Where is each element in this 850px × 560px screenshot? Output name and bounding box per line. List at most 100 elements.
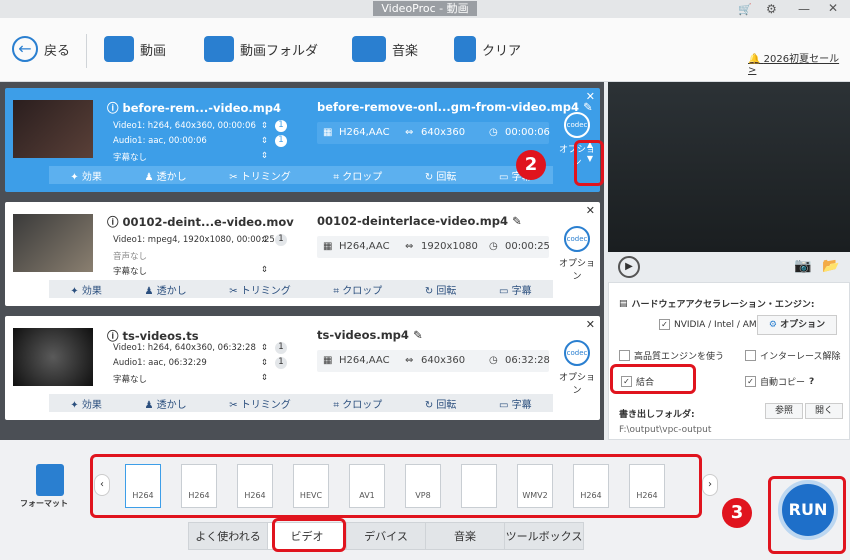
edit-icon[interactable]: ✎ [512, 214, 522, 228]
subtitle-stepper[interactable]: ⇕ [261, 151, 268, 161]
add-music-button[interactable]: 音楽 [352, 36, 418, 62]
resolution-icon: ⇔ [405, 241, 414, 252]
effect-button[interactable]: ✦ 効果 [70, 396, 102, 411]
video-thumbnail [13, 214, 93, 272]
file-name-text: before-rem...-video.mp4 [122, 101, 281, 115]
folder-icon[interactable]: 📂 [822, 258, 839, 274]
divider [86, 34, 87, 68]
tab-music[interactable]: 音楽 [425, 522, 505, 550]
trim-button[interactable]: ✂ トリミング [229, 396, 291, 411]
output-duration: 00:00:25 [505, 241, 550, 252]
autocopy-checkbox[interactable]: ✓ 自動コピー? [745, 375, 814, 388]
watermark-button[interactable]: ♟ 透かし [144, 396, 186, 411]
deinterlace-check[interactable] [745, 350, 756, 361]
list-item[interactable]: ⓘ before-rem...-video.mp4 Video1: h264, … [5, 88, 600, 192]
list-item[interactable]: ⓘ ts-videos.ts Video1: h264, 640x360, 06… [5, 316, 600, 420]
file-name: ⓘ ts-videos.ts [107, 328, 199, 344]
hq-engine-checkbox[interactable]: 高品質エンジンを使う [619, 349, 724, 362]
remove-item-icon[interactable]: ✕ [586, 90, 595, 103]
codec-option-button[interactable]: codec オプション [555, 340, 599, 396]
gpu-check[interactable]: ✓ [659, 319, 670, 330]
file-name: ⓘ 00102-deint...e-video.mov [107, 214, 294, 230]
gear-icon[interactable]: ⚙ [766, 2, 777, 16]
effect-label: 効果 [81, 171, 102, 183]
effect-label: 効果 [81, 399, 102, 411]
watermark-button[interactable]: ♟ 透かし [144, 282, 186, 297]
autocopy-check[interactable]: ✓ [745, 376, 756, 387]
remove-item-icon[interactable]: ✕ [586, 318, 595, 331]
crop-button[interactable]: ⌗ クロップ [333, 396, 382, 411]
cart-icon[interactable]: 🛒 [738, 3, 752, 16]
output-info: ▦ H264,AAC ⇔ 1920x1080 ◷ 00:00:25 [317, 236, 550, 258]
watermark-label: 透かし [156, 399, 187, 411]
trim-label: トリミング [240, 171, 291, 183]
trim-button[interactable]: ✂ トリミング [229, 168, 291, 183]
audio-track-info: 音声なし [113, 252, 148, 262]
info-icon[interactable]: ⓘ [107, 329, 119, 343]
info-icon[interactable]: ⓘ [107, 215, 119, 229]
format-next-icon[interactable]: › [702, 474, 718, 496]
hw-option-label: オプション [780, 320, 826, 330]
highlight-video-tab [272, 518, 346, 552]
rotate-button[interactable]: ↻ 回転 [425, 168, 457, 183]
video-count-badge: 1 [275, 234, 287, 246]
output-file-name: ts-videos.mp4 ✎ [317, 328, 423, 342]
subtitle-stepper[interactable]: ⇕ [261, 373, 268, 383]
rotate-button[interactable]: ↻ 回転 [425, 396, 457, 411]
codec-gear-icon: codec [564, 226, 590, 252]
subtitle-button[interactable]: ▭ 字幕 [499, 282, 532, 297]
open-folder-button[interactable]: 開く [805, 403, 843, 419]
deinterlace-label: インターレース解除 [760, 352, 841, 362]
audio-count-badge: 1 [275, 357, 287, 369]
subtitle-label: 字幕 [511, 285, 532, 297]
crop-button[interactable]: ⌗ クロップ [333, 168, 382, 183]
minimize-icon[interactable]: — [798, 2, 810, 16]
promo-link[interactable]: 🔔 2026初夏セール > [748, 50, 850, 76]
back-button[interactable]: ← 戻る [12, 36, 70, 62]
video-add-icon [104, 36, 134, 62]
trim-label: トリミング [240, 285, 291, 297]
deinterlace-checkbox[interactable]: インターレース解除 [745, 349, 841, 362]
music-add-icon [352, 36, 386, 62]
watermark-button[interactable]: ♟ 透かし [144, 168, 186, 183]
video-track-stepper[interactable]: ⇕ [261, 121, 268, 131]
list-item[interactable]: ⓘ 00102-deint...e-video.mov Video1: mpeg… [5, 202, 600, 306]
trim-button[interactable]: ✂ トリミング [229, 282, 291, 297]
gpu-checkbox[interactable]: ✓ NVIDIA / Intel / AMD [659, 319, 764, 330]
rotate-button[interactable]: ↻ 回転 [425, 282, 457, 297]
effect-button[interactable]: ✦ 効果 [70, 282, 102, 297]
output-codec: H264,AAC [339, 241, 390, 252]
tab-popular[interactable]: よく使われる [188, 522, 268, 550]
crop-button[interactable]: ⌗ クロップ [333, 282, 382, 297]
edit-icon[interactable]: ✎ [413, 328, 423, 342]
hq-check[interactable] [619, 350, 630, 361]
hw-option-button[interactable]: ⚙ オプション [757, 315, 837, 335]
output-name-text: 00102-deinterlace-video.mp4 [317, 214, 508, 228]
output-file-name: 00102-deinterlace-video.mp4 ✎ [317, 214, 522, 228]
tab-toolbox[interactable]: ツールボックス [504, 522, 584, 550]
browse-button[interactable]: 参照 [765, 403, 803, 419]
close-icon[interactable]: ✕ [828, 1, 838, 15]
info-icon[interactable]: ⓘ [107, 101, 119, 115]
audio-track-stepper[interactable]: ⇕ [261, 136, 268, 146]
tab-device[interactable]: デバイス [346, 522, 426, 550]
subtitle-button[interactable]: ▭ 字幕 [499, 396, 532, 411]
remove-item-icon[interactable]: ✕ [586, 204, 595, 217]
output-resolution: 640x360 [421, 127, 466, 138]
video-track-stepper[interactable]: ⇕ [261, 343, 268, 353]
video-track-stepper[interactable]: ⇕ [261, 235, 268, 245]
play-icon[interactable]: ▶ [618, 256, 640, 278]
clear-button[interactable]: クリア [454, 36, 521, 62]
subtitle-stepper[interactable]: ⇕ [261, 265, 268, 275]
format-icon[interactable] [36, 464, 64, 496]
audio-count-badge: 1 [275, 135, 287, 147]
help-icon[interactable]: ? [809, 377, 814, 387]
option-label: オプション [558, 373, 595, 396]
hq-label: 高品質エンジンを使う [634, 352, 725, 362]
effect-button[interactable]: ✦ 効果 [70, 168, 102, 183]
add-video-button[interactable]: 動画 [104, 36, 166, 62]
add-folder-button[interactable]: 動画フォルダ [204, 36, 318, 62]
codec-option-button[interactable]: codec オプション [555, 226, 599, 282]
audio-track-stepper[interactable]: ⇕ [261, 358, 268, 368]
camera-icon[interactable]: 📷 [794, 258, 811, 274]
